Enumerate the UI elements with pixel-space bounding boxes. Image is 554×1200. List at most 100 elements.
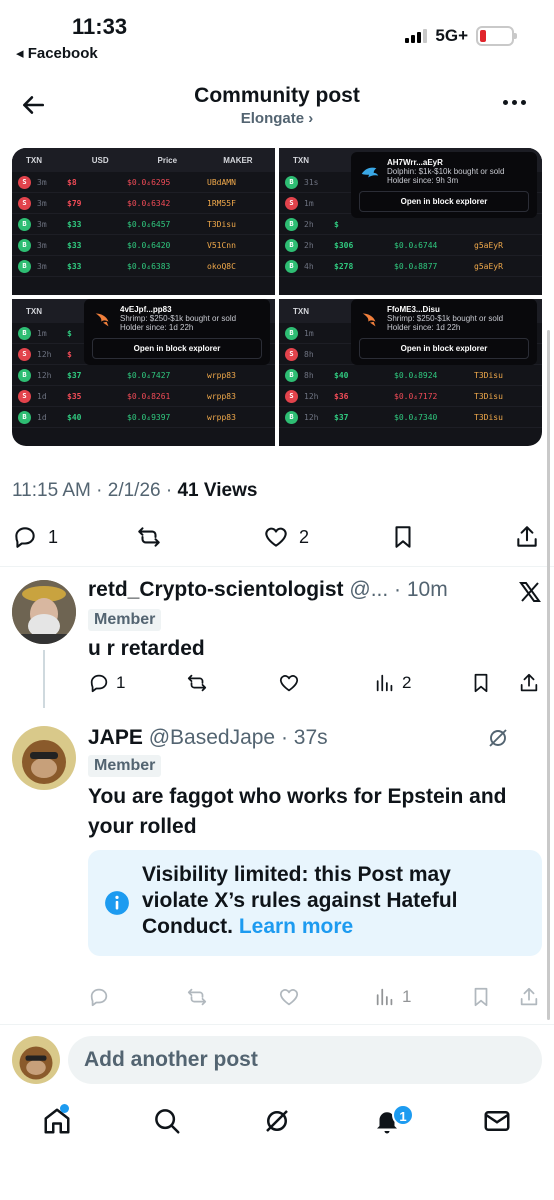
txn-maker: T3Disu	[207, 219, 236, 229]
txn-type-badge: B	[18, 238, 31, 252]
txn-type-badge: B	[285, 217, 298, 231]
txn-age: 3m	[37, 177, 47, 187]
reply-button[interactable]: 1	[12, 524, 58, 550]
reply-author-line[interactable]: retd_Crypto-scientologist @... · 10m	[88, 578, 448, 602]
share-button[interactable]	[518, 986, 540, 1008]
views-button[interactable]: 1	[374, 986, 411, 1008]
reply-author-line[interactable]: JAPE @BasedJape · 37s	[88, 726, 328, 750]
post-header: Community post Elongate ›	[0, 78, 554, 138]
heart-icon	[265, 527, 287, 547]
txn-price: $0.0₄7427	[127, 370, 171, 380]
share-icon	[520, 987, 538, 1006]
envelope-icon	[484, 1111, 510, 1131]
txn-price: $0.0₄9397	[127, 412, 171, 422]
repost-icon	[187, 988, 207, 1006]
txn-age: 3m	[37, 240, 47, 250]
txn-type-badge: B	[18, 326, 31, 340]
table-row: B 3m $33 $0.0₄6457 T3Disu	[12, 214, 275, 235]
page-title: Community post	[194, 84, 360, 107]
repost-button[interactable]	[186, 672, 208, 694]
reply-button[interactable]	[88, 986, 110, 1008]
status-time: 11:33	[72, 14, 128, 39]
txn-usd: $40	[334, 370, 349, 380]
txn-type-badge: B	[285, 368, 298, 382]
txn-usd: $33	[67, 219, 82, 229]
reply-composer-input[interactable]: Add another post	[68, 1036, 542, 1084]
repost-button[interactable]	[136, 524, 162, 550]
table-row: B 3m $33 $0.0₄6420 V51Cnn	[12, 235, 275, 256]
txn-age: 2h	[304, 219, 314, 229]
table-row: B 1d $40 $0.0₄9397 wrpp83	[12, 407, 275, 428]
grok-icon[interactable]	[486, 726, 510, 750]
heart-icon	[279, 989, 299, 1006]
post-action-bar: 1 2	[0, 520, 554, 560]
reply-time: · 10m	[394, 578, 448, 601]
media-image-3[interactable]: TXN B 1m $ S 12h $ B 12h $37 $0.0₄7427 wrpp83 S 1d $3…	[12, 299, 275, 446]
member-badge: Member	[88, 755, 162, 777]
share-button[interactable]	[518, 672, 540, 694]
txn-age: 31s	[304, 177, 319, 187]
post-media-grid[interactable]: TXN USD Price MAKER S 3m $8 $0.0₄6295 UBdAMN S 3m…	[12, 148, 542, 446]
txn-usd: $35	[67, 391, 82, 401]
txn-age: 1m	[304, 198, 314, 208]
share-icon	[520, 673, 538, 692]
txn-price: $0.0₄6744	[394, 240, 438, 250]
media-image-2[interactable]: TXN B 31s S 1m B 2h $ B 2h $306 $0.0₄6744 g5aEyR B 4h…	[279, 148, 542, 295]
txn-price: $0.0₄6295	[127, 177, 171, 187]
like-button[interactable]	[278, 672, 300, 694]
table-row: S 3m $8 $0.0₄6295 UBdAMN	[12, 172, 275, 193]
back-to-app-link[interactable]: ◂ Facebook	[16, 44, 98, 62]
bookmark-icon	[474, 987, 488, 1007]
txn-price: $0.0₄6420	[127, 240, 171, 250]
bookmark-button[interactable]	[390, 524, 416, 550]
media-image-1[interactable]: TXN USD Price MAKER S 3m $8 $0.0₄6295 UBdAMN S 3m…	[12, 148, 275, 295]
txn-type-badge: S	[285, 389, 298, 403]
analytics-icon	[376, 988, 393, 1006]
like-button[interactable]: 2	[263, 524, 309, 550]
holder-popup: FfoME3...Disu Shrimp: $250-$1k bought or…	[351, 299, 537, 365]
like-button[interactable]	[278, 986, 300, 1008]
scrollbar[interactable]	[547, 330, 550, 1020]
grok-tab[interactable]	[262, 1106, 292, 1136]
txn-usd: $79	[67, 198, 82, 208]
txn-price: $0.0₄6342	[127, 198, 171, 208]
messages-tab[interactable]	[482, 1106, 512, 1136]
txn-type-badge: B	[285, 326, 298, 340]
avatar[interactable]	[12, 726, 76, 790]
txn-maker: T3Disu	[474, 412, 503, 422]
media-image-4[interactable]: TXN B 1m S 8h B 8h $40 $0.0₄8924 T3Disu S 12h $36 $0…	[279, 299, 542, 446]
txn-type-badge: S	[18, 196, 31, 210]
author-name: retd_Crypto-scientologist	[88, 578, 344, 601]
learn-more-link[interactable]: Learn more	[239, 915, 353, 938]
txn-age: 12h	[37, 370, 52, 380]
shrimp-icon	[362, 313, 376, 326]
txn-price: $0.0₄6383	[127, 261, 171, 271]
reply-icon	[90, 674, 108, 693]
repost-button[interactable]	[186, 986, 208, 1008]
my-avatar-image	[12, 1036, 60, 1084]
txn-type-badge: B	[18, 259, 31, 273]
share-button[interactable]	[514, 524, 540, 550]
status-bar: 11:33 ◂ Facebook 5G+	[0, 0, 554, 70]
notification-count-badge: 1	[392, 1104, 414, 1126]
bookmark-button[interactable]	[470, 986, 492, 1008]
avatar[interactable]	[12, 580, 76, 644]
community-link[interactable]: Elongate ›	[0, 110, 554, 127]
txn-age: 2h	[304, 240, 314, 250]
more-options-icon[interactable]	[520, 736, 526, 741]
reply-action-bar: 1	[88, 986, 542, 1016]
txn-age: 1m	[37, 328, 47, 338]
txn-maker: V51Cnn	[207, 240, 236, 250]
views-label: Views	[203, 480, 258, 501]
dolphin-icon	[361, 167, 379, 177]
txn-price: $0.0₄8261	[127, 391, 171, 401]
table-row: B 3m $33 $0.0₄6383 okoQ8C	[12, 256, 275, 277]
search-tab[interactable]	[152, 1106, 182, 1136]
views-button[interactable]: 2	[374, 672, 411, 694]
reply-button[interactable]: 1	[88, 672, 125, 694]
author-handle: @BasedJape	[148, 726, 276, 749]
bookmark-button[interactable]	[470, 672, 492, 694]
more-options-icon[interactable]	[503, 100, 526, 105]
txn-age: 1d	[37, 391, 47, 401]
txn-maker: g5aEyR	[474, 261, 503, 271]
